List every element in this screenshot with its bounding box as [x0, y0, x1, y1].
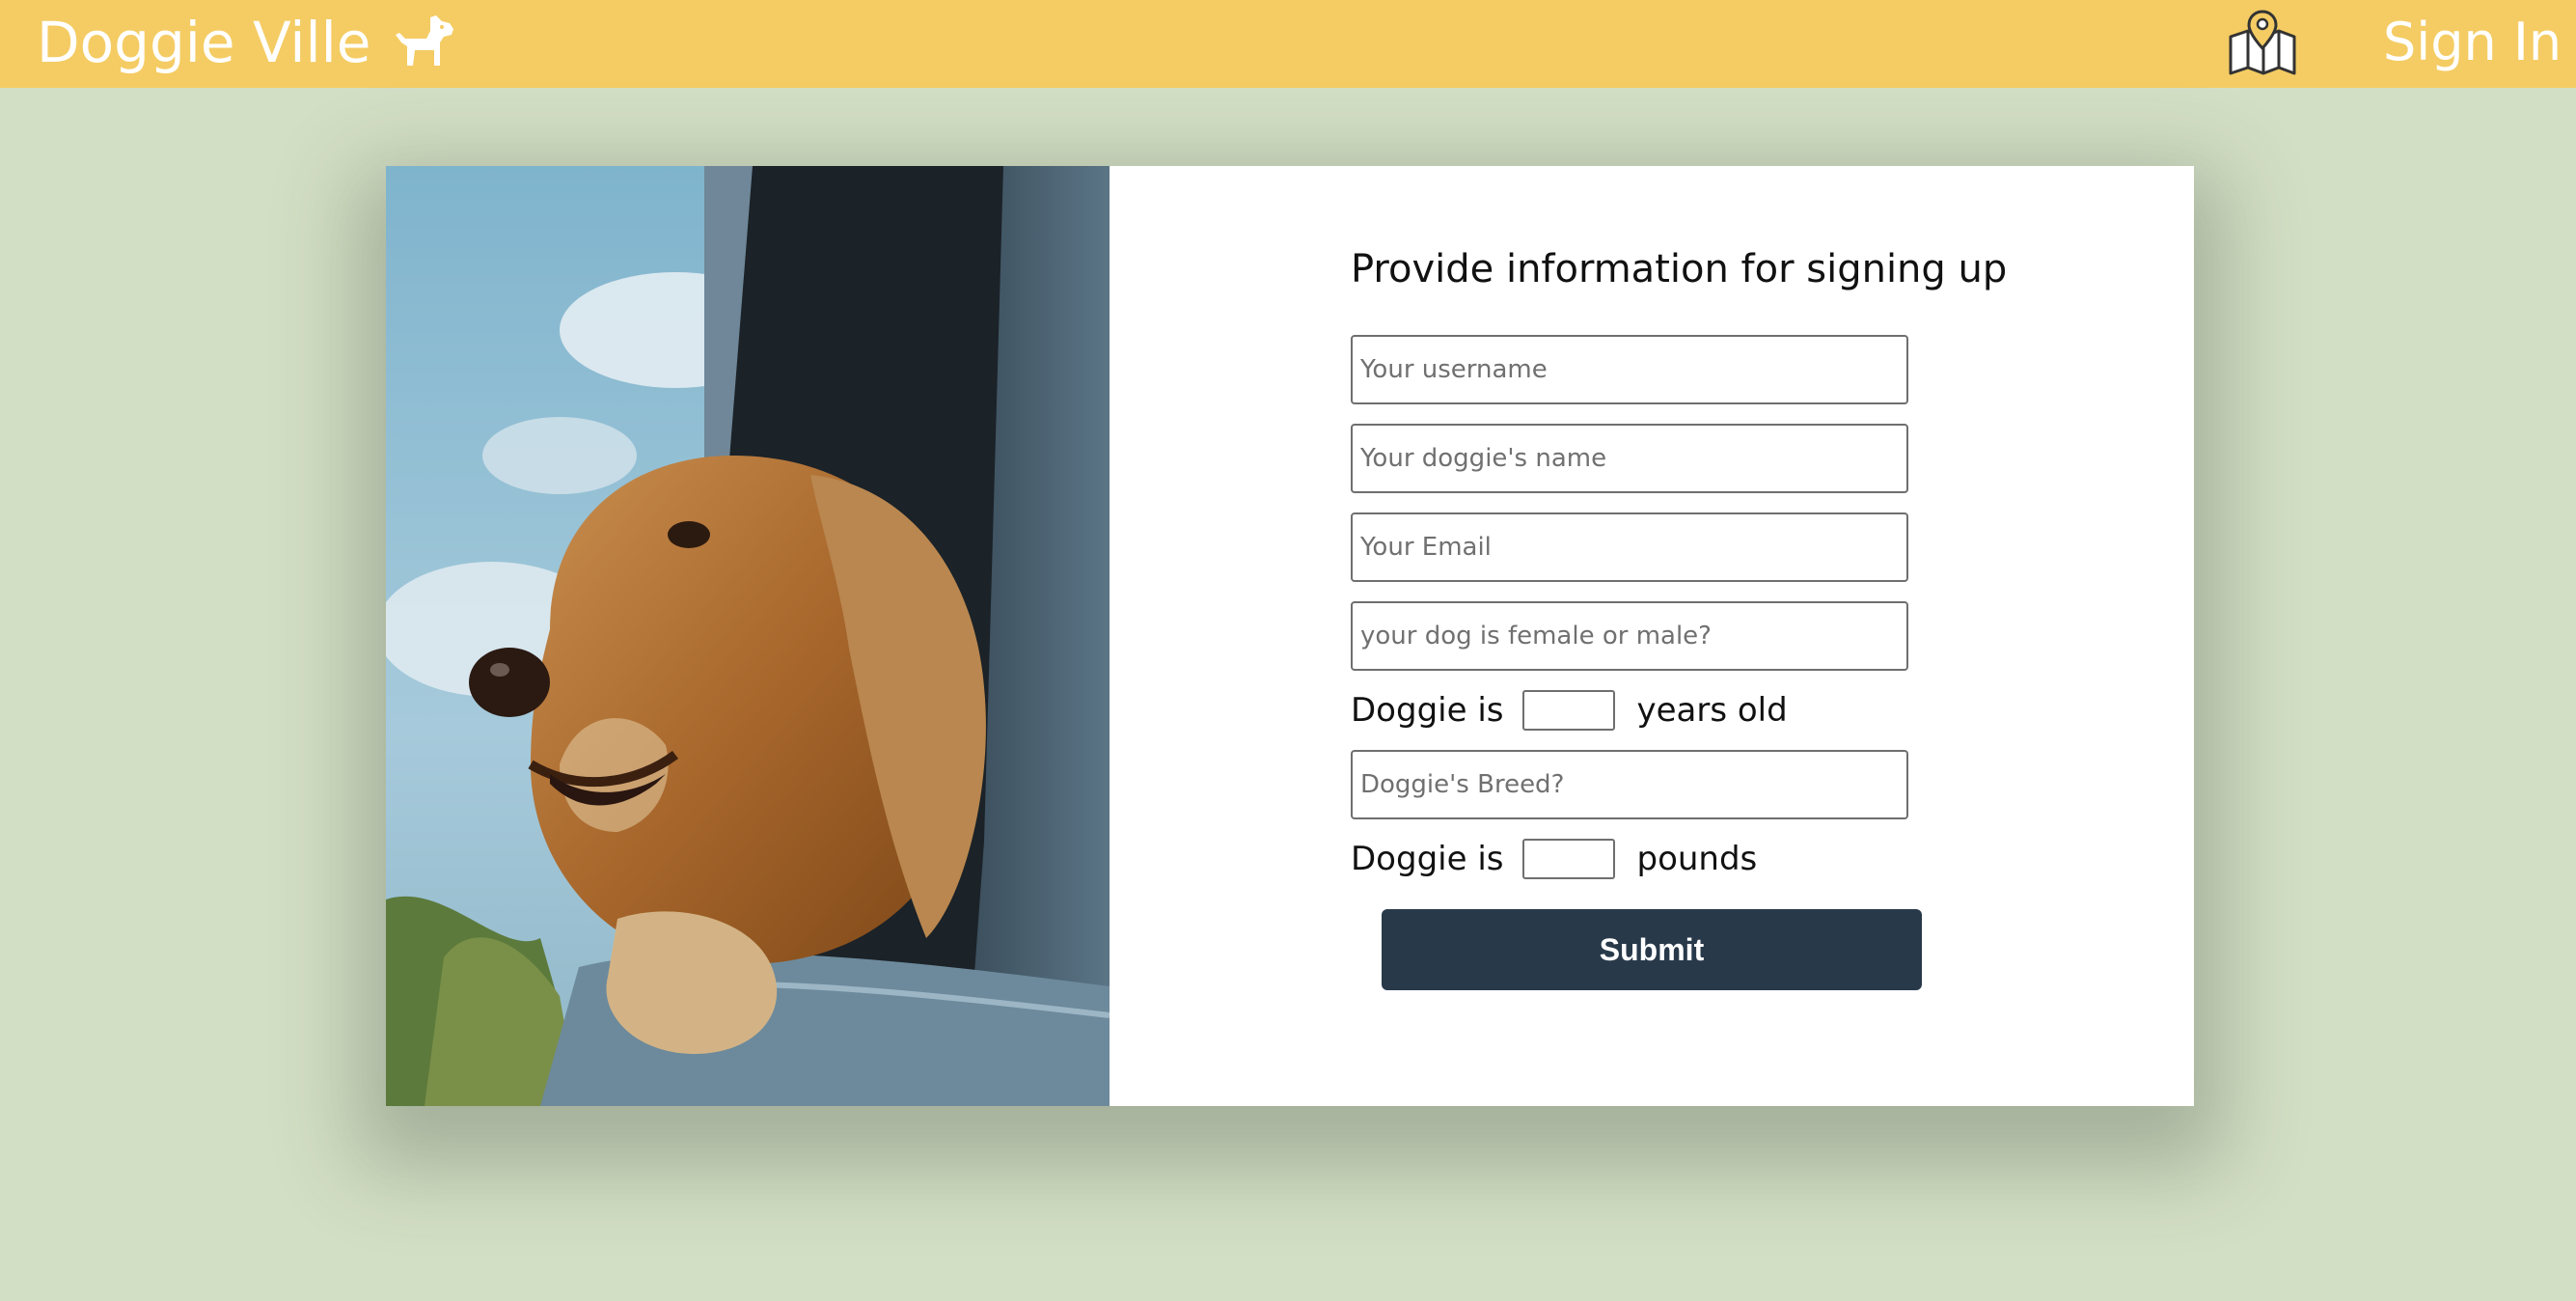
email-input[interactable]: [1351, 512, 1908, 582]
brand-link[interactable]: Doggie Ville: [37, 0, 457, 85]
username-input[interactable]: [1351, 335, 1908, 404]
breed-input[interactable]: [1351, 750, 1908, 819]
navbar: Doggie Ville Sign In: [0, 0, 2576, 88]
weight-input[interactable]: [1522, 839, 1616, 879]
form-title: Provide information for signing up: [1351, 247, 2008, 291]
dog-name-input[interactable]: [1351, 424, 1908, 493]
signup-card: Provide information for signing up Doggi…: [386, 166, 2194, 1106]
dog-icon: [396, 15, 454, 66]
sign-in-link[interactable]: Sign In: [2383, 0, 2562, 83]
brand-name: Doggie Ville: [37, 10, 371, 75]
age-suffix-label: years old: [1636, 691, 1788, 730]
map-pin-icon[interactable]: [2227, 8, 2298, 77]
age-input[interactable]: [1522, 690, 1616, 731]
weight-suffix-label: pounds: [1636, 840, 1758, 878]
weight-row: Doggie is pounds: [1351, 838, 1757, 880]
age-prefix-label: Doggie is: [1351, 691, 1504, 730]
age-row: Doggie is years old: [1351, 689, 1788, 732]
dog-gender-input[interactable]: [1351, 601, 1908, 671]
dog-photo: [386, 166, 1110, 1106]
submit-button[interactable]: Submit: [1382, 909, 1922, 990]
weight-prefix-label: Doggie is: [1351, 840, 1504, 878]
